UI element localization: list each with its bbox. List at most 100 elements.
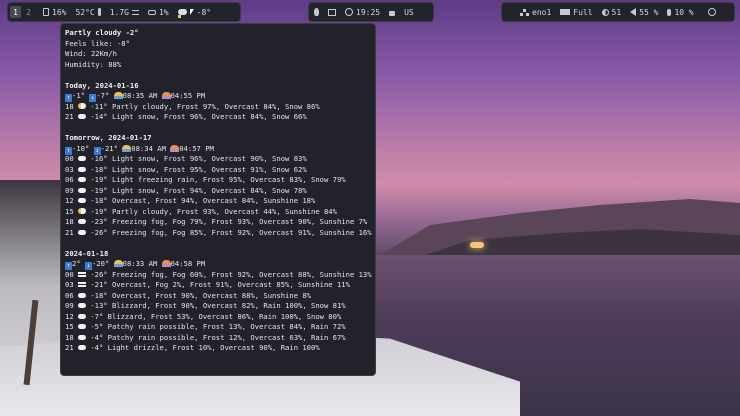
power-button[interactable] <box>707 8 716 16</box>
forecast-text: -19° Partly cloudy, Frost 93%, Overcast … <box>90 206 337 216</box>
lock-widget[interactable] <box>389 9 396 16</box>
memory-icon <box>131 9 139 15</box>
clock-widget[interactable]: 19:25 <box>345 8 380 17</box>
forecast-row: 18 -11° Partly cloudy, Frost 97%, Overca… <box>65 102 375 113</box>
sunrise-icon <box>122 144 132 152</box>
keyboard-layout-widget[interactable]: US <box>404 8 414 17</box>
forecast-day-highlow: ↑ 2° ↓ -20° 08:33 AM 04:58 PM <box>65 259 375 270</box>
weather-condition-icon <box>77 324 86 329</box>
forecast-hour: 21 <box>65 227 74 237</box>
sunset-time: 04:55 PM <box>170 91 206 100</box>
disk-value: 1% <box>158 7 169 17</box>
forecast-hour: 06 <box>65 290 74 300</box>
distant-lights <box>470 242 484 248</box>
microphone-value: 10 % <box>674 7 694 17</box>
low-temp: -7° <box>96 91 110 100</box>
cpu-value: 16% <box>52 7 67 17</box>
weather-condition-icon <box>77 313 86 319</box>
forecast-hour: 18 <box>65 217 74 226</box>
weather-condition-icon <box>77 207 86 214</box>
cpu-widget[interactable]: 16% <box>43 8 66 17</box>
forecast-row: 12 -7° Blizzard, Frost 53%, Overcast 86%… <box>65 312 375 323</box>
status-bar-center: 19:25 US <box>308 2 434 22</box>
thermometer-icon <box>97 8 101 16</box>
brightness-icon <box>601 8 609 16</box>
forecast-row: 03 -21° Overcast, Fog 2%, Frost 91%, Ove… <box>65 280 375 291</box>
status-bar-right: eno1 Full 51 55 % 10 % <box>501 2 735 22</box>
volume-value: 55 % <box>639 7 659 17</box>
network-value: eno1 <box>532 7 552 17</box>
keyboard-layout-value: US <box>404 7 414 17</box>
weather-condition-icon <box>77 114 86 119</box>
forecast-row: 15 -5° Patchy rain possible, Frost 13%, … <box>65 322 375 333</box>
forecast-hour: 15 <box>65 206 74 216</box>
forecast-hour: 12 <box>65 196 74 205</box>
forecast-row: 18 -23° Freezing fog, Fog 79%, Frost 93%… <box>65 217 375 228</box>
forecast-hour: 09 <box>65 185 74 195</box>
weather-condition-icon <box>77 102 86 109</box>
forecast-hour: 09 <box>65 301 74 310</box>
wind: Wind: 22Km/h <box>65 49 117 58</box>
forecast-hour: 21 <box>65 112 74 121</box>
high-temp: 2° <box>72 259 81 268</box>
weather-condition-icon <box>77 156 86 161</box>
temperature-widget[interactable]: 52°C <box>75 7 101 17</box>
forecast-hour: 03 <box>65 280 74 289</box>
weather-condition-icon <box>77 282 86 287</box>
disk-widget[interactable]: 1% <box>147 7 169 17</box>
workspace-1-button[interactable]: 1 <box>10 6 21 18</box>
weather-widget[interactable]: -8° <box>177 8 211 18</box>
forecast-hour: 18 <box>65 101 74 111</box>
forecast-hour: 18 <box>65 332 74 342</box>
workspace-2-button[interactable]: 2 <box>23 6 34 18</box>
brightness-value: 51 <box>611 7 622 17</box>
battery-value: Full <box>573 7 593 17</box>
temperature-value: 52°C <box>75 7 95 17</box>
forecast-row: 21 -14° Light snow, Frost 96%, Overcast … <box>65 112 375 123</box>
battery-icon <box>560 9 571 15</box>
weather-condition-icon <box>77 187 86 193</box>
image-icon <box>328 8 336 16</box>
forecast-row: 06 -18° Overcast, Frost 90%, Overcast 88… <box>65 291 375 302</box>
forecast-text: -18° Light snow, Frost 95%, Overcast 91%… <box>90 164 307 174</box>
microphone-widget[interactable]: 10 % <box>667 7 694 17</box>
sunrise-time: 08:35 AM <box>122 91 158 100</box>
weather-condition-icon <box>77 166 86 172</box>
network-widget[interactable]: eno1 <box>520 8 551 17</box>
weather-condition-icon <box>77 271 86 277</box>
sunrise-icon <box>113 92 123 99</box>
weather-condition-icon <box>77 219 86 224</box>
sunset-time: 04:58 PM <box>170 259 206 268</box>
forecast-text: -18° Overcast, Frost 94%, Overcast 84%, … <box>90 196 316 205</box>
low-temp: -21° <box>100 143 118 153</box>
forecast-day-title: Tomorrow, 2024-01-17 <box>65 133 152 142</box>
volume-widget[interactable]: 55 % <box>630 8 658 17</box>
forecast-row: 00 -16° Light snow, Frost 96%, Overcast … <box>65 154 375 165</box>
brightness-widget[interactable]: 51 <box>601 7 622 17</box>
forecast-row: 09 -13° Blizzard, Frost 90%, Overcast 82… <box>65 301 375 312</box>
memory-widget[interactable]: 1.7G <box>110 8 139 17</box>
screenshot-widget[interactable] <box>328 8 336 16</box>
flame-widget[interactable] <box>314 8 319 16</box>
lock-icon <box>389 10 396 16</box>
forecast-text: -13° Blizzard, Frost 90%, Overcast 82%, … <box>90 301 346 310</box>
forecast-row: 09 -19° Light snow, Frost 94%, Overcast … <box>65 186 375 197</box>
weather-condition-icon <box>77 292 86 298</box>
weather-tooltip: Partly cloudy -2° Feels like: -8° Wind: … <box>60 23 376 376</box>
mouse-cursor-icon <box>189 9 194 15</box>
forecast-day-highlow: ↑ -10° ↓ -21° 08:34 AM 04:57 PM <box>65 144 375 155</box>
forecast-text: -21° Overcast, Fog 2%, Frost 91%, Overca… <box>90 280 350 289</box>
forecast-text: -14° Light snow, Frost 96%, Overcast 84%… <box>90 112 307 121</box>
volume-icon <box>630 8 637 16</box>
low-temp: -20° <box>91 259 110 268</box>
weather-condition-icon <box>77 334 86 340</box>
sunset-time: 04:57 PM <box>179 143 214 153</box>
weather-condition-icon <box>77 229 86 235</box>
power-icon <box>707 8 716 16</box>
forecast-text: -26° Freezing fog, Fog 85%, Frost 92%, O… <box>90 227 372 237</box>
battery-widget[interactable]: Full <box>560 7 593 17</box>
forecast-hour: 12 <box>65 311 74 321</box>
forecast-day-highlow: ↑ -1° ↓ -7° 08:35 AM 04:55 PM <box>65 91 375 102</box>
sunrise-icon <box>113 260 123 267</box>
